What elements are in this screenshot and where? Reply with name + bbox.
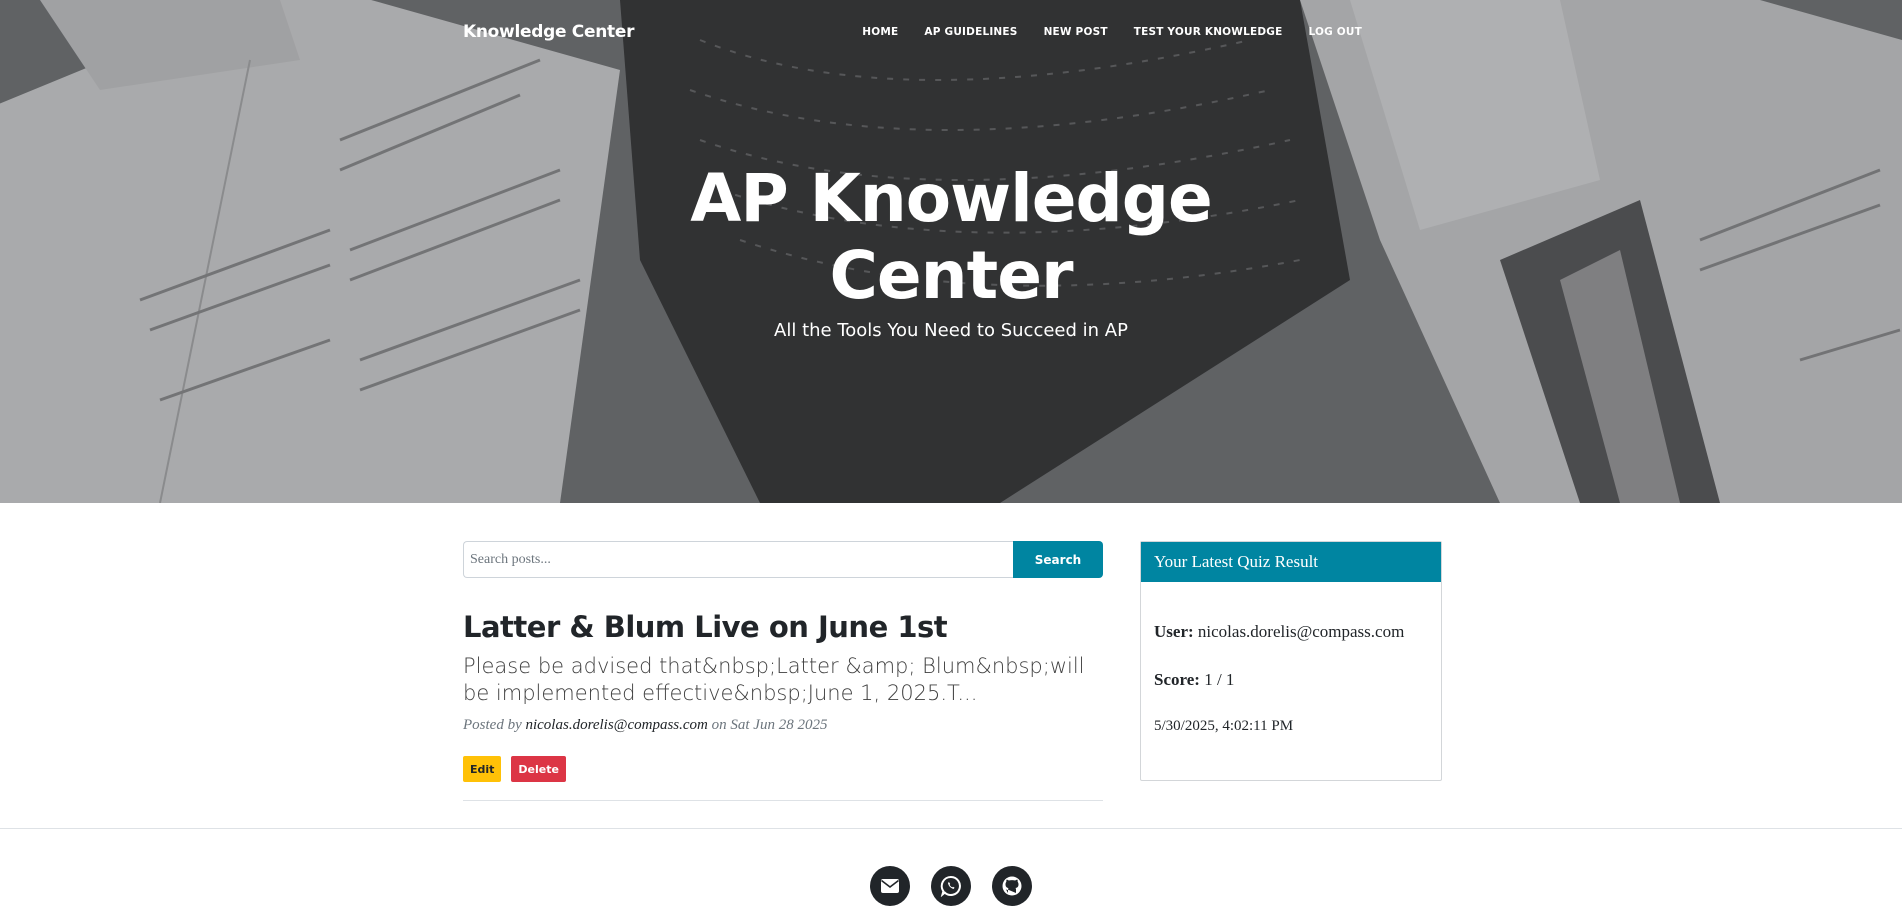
nav-new-post-link[interactable]: NEW POST [1044,26,1108,38]
quiz-card-body: User: nicolas.dorelis@compass.com Score:… [1141,582,1441,735]
hero-title-line-1: AP Knowledge [690,160,1213,237]
search-button[interactable]: Search [1013,541,1103,578]
post-author-link[interactable]: nicolas.dorelis@compass.com [525,717,707,733]
hero-title: AP Knowledge Center [0,160,1902,314]
quiz-score-label: Score: [1154,670,1200,689]
hero-subtitle: All the Tools You Need to Succeed in AP [774,320,1128,341]
quiz-score-value: 1 / 1 [1204,670,1235,689]
whatsapp-icon[interactable] [931,866,971,906]
edit-post-button[interactable]: Edit [463,756,502,782]
envelope-icon[interactable] [870,866,910,906]
quiz-card-header: Your Latest Quiz Result [1141,542,1441,582]
quiz-user-label: User: [1154,622,1194,641]
main-content: Search Latter & Blum Live on June 1st Pl… [0,503,1902,828]
quiz-user-value: nicolas.dorelis@compass.com [1197,622,1405,641]
hero-title-line-2: Center [829,237,1073,314]
delete-post-button[interactable]: Delete [511,756,566,782]
search-input[interactable] [463,541,1013,578]
top-navbar: Knowledge Center HOME AP GUIDELINES NEW … [0,0,1902,66]
search-form: Search [463,541,1103,578]
post-title-link[interactable]: Latter & Blum Live on June 1st [463,610,1103,644]
quiz-score-row: Score: 1 / 1 [1154,670,1428,690]
hero-header: Knowledge Center HOME AP GUIDELINES NEW … [0,0,1902,503]
github-icon-glyph [1002,876,1022,896]
footer-divider [0,828,1902,829]
post-meta: Posted by nicolas.dorelis@compass.com on… [463,717,1103,734]
footer-social-links [0,866,1902,906]
nav-home-link[interactable]: HOME [862,26,898,38]
quiz-date: 5/30/2025, 4:02:11 PM [1154,718,1294,734]
posts-column: Search Latter & Blum Live on June 1st Pl… [463,541,1103,801]
quiz-user-row: User: nicolas.dorelis@compass.com [1154,622,1428,642]
nav-log-out-link[interactable]: LOG OUT [1308,26,1362,38]
latest-quiz-result-card: Your Latest Quiz Result User: nicolas.do… [1140,541,1442,781]
nav-ap-guidelines-link[interactable]: AP GUIDELINES [924,26,1017,38]
nav-links: HOME AP GUIDELINES NEW POST TEST YOUR KN… [862,26,1362,38]
post-meta-prefix: Posted by [463,717,522,733]
nav-test-your-knowledge-link[interactable]: TEST YOUR KNOWLEDGE [1134,26,1283,38]
post-divider [463,800,1103,801]
post-date: on Sat Jun 28 2025 [711,717,828,733]
envelope-icon-glyph [881,879,899,893]
post-excerpt: Please be advised that&nbsp;Latter &amp;… [463,654,1085,705]
post-preview: Latter & Blum Live on June 1st Please be… [463,610,1103,801]
github-icon[interactable] [992,866,1032,906]
brand-logo-link[interactable]: Knowledge Center [463,22,634,42]
whatsapp-icon-glyph [940,875,961,897]
post-actions: Edit Delete [463,756,1103,782]
